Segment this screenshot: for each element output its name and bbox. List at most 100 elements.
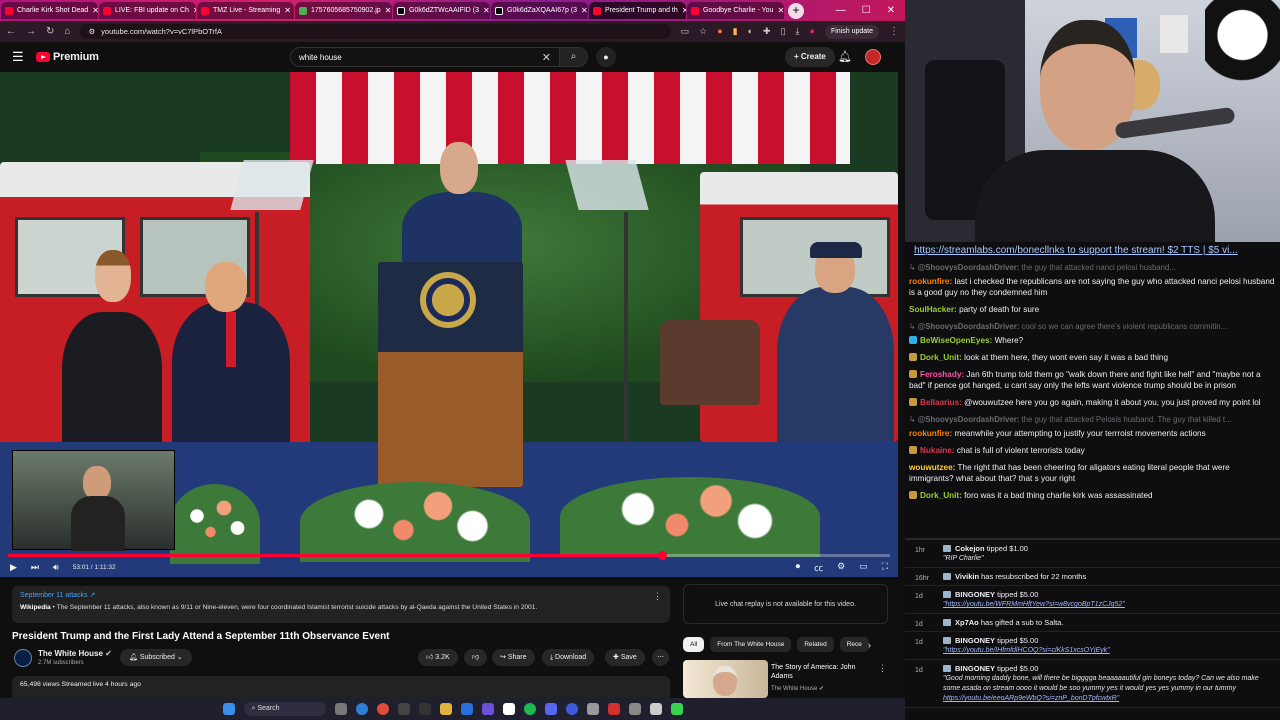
edge-icon[interactable]	[355, 703, 368, 715]
create-button[interactable]: + Create	[785, 47, 835, 67]
event-link[interactable]: https://youtu.be/eeoARp9eWbQ?si=znP_bonD…	[943, 695, 1119, 702]
tab-close-icon[interactable]: ✕	[581, 6, 588, 15]
browser-tab[interactable]: G0k6dZaXQAAI67p (3 ✕	[491, 2, 588, 19]
steam-icon[interactable]	[460, 703, 473, 715]
event-user[interactable]: Vivikin	[955, 572, 979, 581]
site-info-icon[interactable]: ⚙	[88, 27, 95, 36]
extension-icon[interactable]: ▮	[733, 26, 738, 37]
browser-tab[interactable]: Charlie Kirk Shot Dead ✕	[1, 2, 98, 19]
channel-avatar[interactable]	[14, 649, 32, 667]
tab-close-icon[interactable]: ✕	[385, 6, 392, 15]
miniplayer-icon[interactable]: ▭	[859, 561, 868, 574]
app-icon[interactable]	[586, 703, 599, 715]
event-user[interactable]: BINGONEY	[955, 636, 995, 645]
event-link[interactable]: "https://youtu.be/IHfmfdlHCOQ?si=clKkS1x…	[943, 647, 1110, 654]
spotify-icon[interactable]	[523, 703, 536, 715]
notifications-bell-icon[interactable]: 🔔︎	[838, 50, 852, 63]
event-user[interactable]: BINGONEY	[955, 664, 995, 673]
chat-username[interactable]: @ShoovysDoordashDriver:	[918, 263, 1020, 272]
back-icon[interactable]: ←	[6, 26, 16, 37]
event-user[interactable]: BINGONEY	[955, 590, 995, 599]
app-icon[interactable]	[628, 703, 641, 715]
app-icon[interactable]	[544, 703, 557, 715]
info-topic-link[interactable]: September 11 attacks ↗	[20, 591, 662, 599]
extension-icon[interactable]: ●	[717, 26, 722, 37]
chat-username[interactable]: rookunfire:	[909, 277, 952, 286]
home-icon[interactable]: ⌂	[64, 26, 70, 37]
extensions-puzzle-icon[interactable]: ✚	[763, 26, 771, 37]
download-button[interactable]: ⤓ Download	[542, 649, 595, 666]
new-tab-button[interactable]: +	[788, 2, 804, 19]
bookmark-star-icon[interactable]: ☆	[699, 26, 707, 37]
app-icon[interactable]	[649, 703, 662, 715]
event-user[interactable]: Cokejon	[955, 544, 985, 553]
chip-related[interactable]: Related	[797, 637, 834, 652]
dislike-button[interactable]: 👎︎	[464, 649, 488, 666]
streamlabs-link[interactable]: https://streamlabs.com/bonecllnks	[914, 245, 1065, 256]
tab-close-icon[interactable]: ✕	[92, 6, 98, 15]
tab-close-icon[interactable]: ✕	[193, 6, 196, 15]
tab-close-icon[interactable]: ✕	[682, 6, 686, 15]
chip-all[interactable]: All	[683, 637, 705, 652]
clear-search-icon[interactable]: ✕	[542, 51, 551, 64]
profile-icon[interactable]: ●	[810, 26, 815, 37]
app-icon[interactable]	[565, 703, 578, 715]
settings-gear-icon[interactable]: ⚙	[837, 561, 845, 574]
search-button[interactable]: ⌕	[560, 47, 588, 67]
account-avatar[interactable]	[865, 49, 881, 65]
browser-tab[interactable]: Goodbye Charlie - You ✕	[687, 2, 784, 19]
chat-username[interactable]: SoulHacker:	[909, 305, 957, 314]
chevron-right-icon[interactable]: ›	[868, 640, 871, 650]
autoplay-toggle-icon[interactable]: ⏺︎	[796, 561, 801, 574]
next-icon[interactable]: ⏭︎	[31, 562, 39, 573]
obs-icon[interactable]	[397, 703, 410, 715]
voice-search-button[interactable]: ●	[596, 47, 616, 67]
chat-username[interactable]: Bellaarius:	[920, 398, 962, 407]
finish-update-button[interactable]: Finish update	[824, 24, 879, 39]
forward-icon[interactable]: →	[26, 26, 36, 37]
start-windows-icon[interactable]	[222, 703, 235, 715]
tiktok-icon[interactable]	[502, 703, 515, 715]
chat-username[interactable]: Dork_Unit:	[920, 491, 962, 500]
video-progress-bar[interactable]	[8, 551, 890, 560]
app-icon[interactable]	[607, 703, 620, 715]
task-view-icon[interactable]	[334, 703, 347, 715]
minimize-icon[interactable]: —	[836, 5, 846, 16]
terminal-icon[interactable]	[418, 703, 431, 715]
chat-username[interactable]: BeWiseOpenEyes:	[920, 336, 992, 345]
save-button[interactable]: ✚ Save	[605, 649, 645, 666]
taskbar-search[interactable]: ⌕ Search	[243, 702, 326, 716]
video-meta[interactable]: 65,498 views Streamed live 4 hours ago	[12, 676, 670, 698]
app-icon[interactable]	[670, 703, 683, 715]
install-icon[interactable]: ▭	[681, 26, 690, 37]
browser-tab-active[interactable]: President Trump and th ✕	[589, 2, 686, 19]
browser-tab[interactable]: 1757605685750902.jp ✕	[295, 2, 392, 19]
subscribed-button[interactable]: 🔔︎ Subscribed ⌄	[120, 649, 192, 666]
channel-name[interactable]: The White House ✔	[38, 649, 112, 658]
captions-icon[interactable]: ㏄	[814, 561, 823, 574]
chat-username[interactable]: Feroshady:	[920, 370, 964, 379]
fullscreen-icon[interactable]: ⛶	[882, 561, 888, 574]
chat-username[interactable]: @ShoovysDoordashDriver:	[918, 322, 1020, 331]
browser-menu-icon[interactable]: ⋮	[889, 26, 899, 37]
browser-tab[interactable]: LIVE: FBI update on Ch ✕	[99, 2, 196, 19]
maximize-icon[interactable]: ☐	[862, 5, 871, 16]
chip-from-channel[interactable]: From The White House	[710, 637, 792, 652]
volume-icon[interactable]: 🔊︎	[53, 562, 59, 573]
play-icon[interactable]: ▶	[10, 562, 17, 573]
video-player[interactable]	[0, 72, 898, 577]
more-options-icon[interactable]: ⋮	[653, 591, 662, 602]
browser-tab[interactable]: TMZ Live - Streaming ✕	[197, 2, 294, 19]
address-bar[interactable]: ⚙ youtube.com/watch?v=vC7lPbOTrfA	[80, 24, 671, 39]
chat-username[interactable]: rookunfire:	[909, 429, 952, 438]
like-button[interactable]: 👍︎ 3.2K	[418, 649, 458, 666]
close-window-icon[interactable]: ✕	[887, 5, 895, 16]
chat-username[interactable]: Nukaine:	[920, 446, 955, 455]
split-view-icon[interactable]: ▯	[781, 26, 786, 37]
tab-close-icon[interactable]: ✕	[483, 6, 490, 15]
recommendation-title[interactable]: The Story of America: John Adams	[771, 663, 866, 681]
event-link[interactable]: "https://youtu.be/WFRMmHftYew?si=w8vcgoB…	[943, 601, 1125, 608]
search-input[interactable]: white house ✕	[290, 47, 560, 67]
chat-username[interactable]: @ShoovysDoordashDriver:	[918, 415, 1020, 424]
menu-icon[interactable]: ☰	[12, 49, 36, 65]
